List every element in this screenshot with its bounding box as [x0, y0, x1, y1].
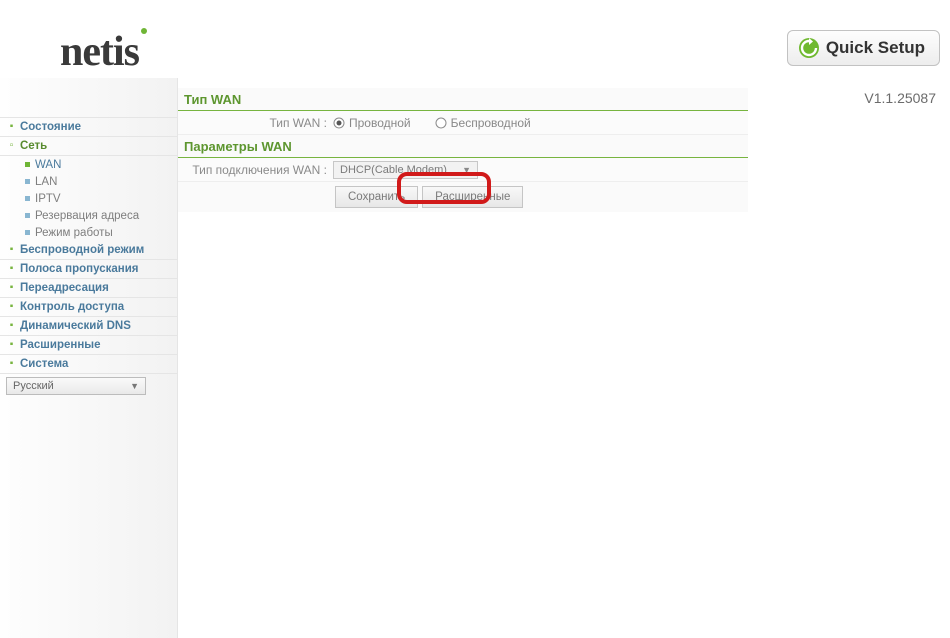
quick-setup-label: Quick Setup — [826, 38, 925, 58]
sidebar-item-label: Система — [20, 358, 68, 370]
sidebar-item-ddns[interactable]: ▪ Динамический DNS — [0, 317, 177, 336]
sidebar-item-label: Состояние — [20, 121, 81, 133]
bullet-icon — [24, 212, 31, 219]
plus-icon: ▪ — [7, 246, 16, 255]
plus-icon: ▪ — [7, 265, 16, 274]
chevron-down-icon: ▼ — [462, 165, 471, 175]
wan-type-radio-wireless[interactable]: Беспроводной — [435, 116, 531, 130]
sidebar-item-label: IPTV — [35, 193, 61, 205]
content-area: Тип WAN Тип WAN : Проводной Беспроводной… — [178, 78, 748, 638]
bullet-icon — [24, 195, 31, 202]
minus-icon: ▫ — [7, 142, 16, 151]
sidebar: ▪ Состояние ▫ Сеть WAN LAN IPTV Резервац… — [0, 78, 178, 638]
plus-icon: ▪ — [7, 341, 16, 350]
logo-text: netis — [60, 29, 139, 75]
bullet-icon — [24, 229, 31, 236]
conn-type-label: Тип подключения WAN : — [178, 163, 333, 177]
radio-checked-icon — [333, 117, 345, 129]
sidebar-item-label: Полоса пропускания — [20, 263, 138, 275]
row-conn-type: Тип подключения WAN : DHCP(Cable Modem) … — [178, 158, 748, 182]
bullet-icon — [24, 178, 31, 185]
sidebar-subitem-lan[interactable]: LAN — [0, 173, 177, 190]
plus-icon: ▪ — [7, 303, 16, 312]
language-value: Русский — [13, 380, 54, 392]
sidebar-item-access-control[interactable]: ▪ Контроль доступа — [0, 298, 177, 317]
sidebar-item-label: Беспроводной режим — [20, 244, 144, 256]
sidebar-item-system[interactable]: ▪ Система — [0, 355, 177, 374]
sidebar-item-label: Режим работы — [35, 227, 113, 239]
refresh-arrow-icon — [798, 37, 820, 59]
sidebar-item-label: LAN — [35, 176, 57, 188]
sidebar-subitem-address-reservation[interactable]: Резервация адреса — [0, 207, 177, 224]
select-value: DHCP(Cable Modem) — [340, 164, 447, 176]
chevron-down-icon: ▼ — [130, 381, 139, 391]
wan-type-control: Проводной Беспроводной — [333, 116, 531, 130]
plus-icon: ▪ — [7, 322, 16, 331]
plus-icon: ▪ — [7, 123, 16, 132]
quick-setup-button[interactable]: Quick Setup — [787, 30, 940, 66]
sidebar-item-network[interactable]: ▫ Сеть — [0, 137, 177, 156]
bullet-icon — [24, 161, 31, 168]
sidebar-item-status[interactable]: ▪ Состояние — [0, 118, 177, 137]
section-header-wan-type: Тип WAN — [178, 88, 748, 111]
sidebar-item-label: Контроль доступа — [20, 301, 124, 313]
language-select[interactable]: Русский ▼ — [6, 377, 146, 395]
section-header-wan-params: Параметры WAN — [178, 135, 748, 158]
conn-type-select[interactable]: DHCP(Cable Modem) ▼ — [333, 161, 478, 179]
button-row: Сохранить Расширенные — [178, 182, 748, 212]
sidebar-item-label: Переадресация — [20, 282, 109, 294]
save-button[interactable]: Сохранить — [335, 186, 418, 208]
plus-icon: ▪ — [7, 360, 16, 369]
advanced-button[interactable]: Расширенные — [422, 186, 523, 208]
radio-label: Проводной — [349, 116, 411, 130]
sidebar-item-forwarding[interactable]: ▪ Переадресация — [0, 279, 177, 298]
wan-type-radio-wired[interactable]: Проводной — [333, 116, 411, 130]
sidebar-item-label: Расширенные — [20, 339, 101, 351]
row-wan-type: Тип WAN : Проводной Беспроводной — [178, 111, 748, 135]
sidebar-item-bandwidth[interactable]: ▪ Полоса пропускания — [0, 260, 177, 279]
logo-dot-icon — [141, 28, 147, 34]
version-label: V1.1.25087 — [864, 90, 936, 106]
sidebar-item-label: Сеть — [20, 140, 47, 152]
sidebar-subitem-wan[interactable]: WAN — [0, 156, 177, 173]
layout: ▪ Состояние ▫ Сеть WAN LAN IPTV Резервац… — [0, 78, 950, 638]
sidebar-item-advanced[interactable]: ▪ Расширенные — [0, 336, 177, 355]
radio-unchecked-icon — [435, 117, 447, 129]
sidebar-item-label: Резервация адреса — [35, 210, 139, 222]
sidebar-spacer — [0, 84, 177, 118]
logo: netis — [60, 28, 147, 76]
sidebar-item-label: Динамический DNS — [20, 320, 131, 332]
sidebar-item-wireless[interactable]: ▪ Беспроводной режим — [0, 241, 177, 260]
radio-label: Беспроводной — [451, 116, 531, 130]
sidebar-subitem-operation-mode[interactable]: Режим работы — [0, 224, 177, 241]
wan-type-label: Тип WAN : — [178, 116, 333, 130]
right-column — [748, 78, 950, 638]
sidebar-item-label: WAN — [35, 159, 61, 171]
sidebar-subitem-iptv[interactable]: IPTV — [0, 190, 177, 207]
plus-icon: ▪ — [7, 284, 16, 293]
header: netis Quick Setup — [0, 0, 950, 78]
